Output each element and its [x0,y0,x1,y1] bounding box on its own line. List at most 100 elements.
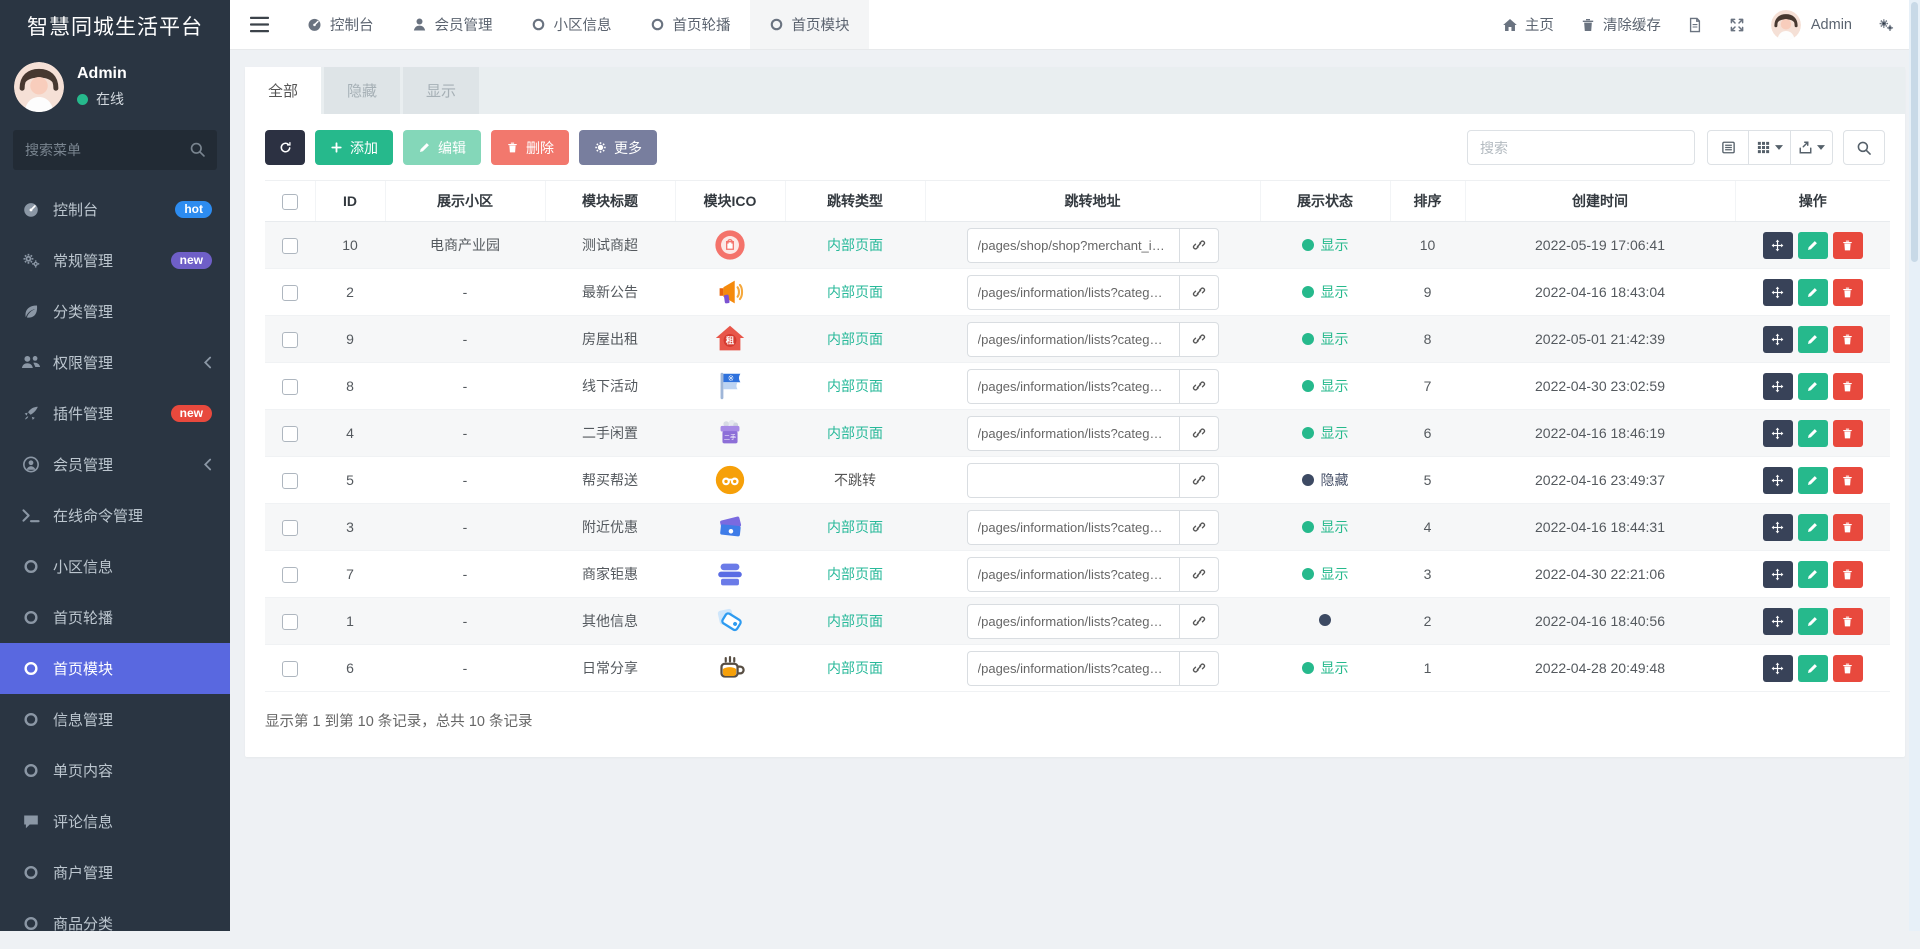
delete-row-button[interactable] [1832,278,1863,306]
row-checkbox[interactable] [282,284,298,301]
sidebar-item-8[interactable]: 首页轮播 [0,592,230,643]
more-button[interactable]: 更多 [579,130,657,165]
edit-row-button[interactable] [1797,560,1828,588]
detail-view-button[interactable] [1707,130,1749,165]
edit-row-button[interactable] [1797,654,1828,682]
settings-button[interactable] [1878,17,1894,33]
row-checkbox[interactable] [282,237,298,254]
filter-tab-2[interactable]: 显示 [403,67,480,114]
row-checkbox[interactable] [282,519,298,536]
edit-row-button[interactable] [1797,231,1828,259]
row-checkbox[interactable] [282,613,298,630]
topbar-tab-4[interactable]: 首页模块 [749,0,869,49]
topbar-tab-1[interactable]: 会员管理 [393,0,512,49]
edit-row-button[interactable] [1797,278,1828,306]
scrollbar-thumb[interactable] [1911,2,1918,262]
jump-url-input[interactable] [966,556,1179,592]
user-avatar[interactable] [14,62,64,112]
delete-row-button[interactable] [1832,231,1863,259]
delete-row-button[interactable] [1832,607,1863,635]
topbar-tab-2[interactable]: 小区信息 [512,0,631,49]
topbar-tab-3[interactable]: 首页轮播 [631,0,750,49]
link-button[interactable] [1178,321,1219,357]
delete-row-button[interactable] [1832,466,1863,494]
row-checkbox[interactable] [282,660,298,677]
add-button[interactable]: 添加 [315,130,393,165]
jump-url-input[interactable] [966,650,1179,686]
edit-row-button[interactable] [1797,419,1828,447]
sidebar-item-12[interactable]: 评论信息 [0,796,230,847]
row-checkbox[interactable] [282,331,298,348]
jump-url-input[interactable] [966,415,1179,451]
move-row-button[interactable] [1762,372,1793,400]
jump-url-input[interactable] [966,274,1179,310]
link-button[interactable] [1178,227,1219,263]
link-button[interactable] [1178,556,1219,592]
columns-button[interactable] [1749,130,1791,165]
move-row-button[interactable] [1762,325,1793,353]
sidebar-item-13[interactable]: 商户管理 [0,847,230,898]
home-link[interactable]: 主页 [1502,14,1554,35]
sidebar-item-0[interactable]: 控制台 hot [0,184,230,235]
sidebar-item-5[interactable]: 会员管理 [0,439,230,490]
sidebar-search-input[interactable] [13,130,217,170]
move-row-button[interactable] [1762,231,1793,259]
move-row-button[interactable] [1762,607,1793,635]
edit-row-button[interactable] [1797,607,1828,635]
move-row-button[interactable] [1762,419,1793,447]
link-button[interactable] [1178,603,1219,639]
jump-url-input[interactable] [966,509,1179,545]
row-checkbox[interactable] [282,472,298,489]
edit-button[interactable]: 编辑 [403,130,481,165]
link-button[interactable] [1178,650,1219,686]
link-button[interactable] [1178,368,1219,404]
file-button[interactable] [1687,17,1703,33]
select-all-checkbox[interactable] [281,193,298,210]
filter-tab-0[interactable]: 全部 [245,67,322,114]
link-button[interactable] [1178,415,1219,451]
page-scrollbar[interactable] [1909,0,1920,931]
sidebar-item-14[interactable]: 商品分类 [0,898,230,949]
link-button[interactable] [1178,509,1219,545]
jump-url-input[interactable] [966,227,1179,263]
delete-row-button[interactable] [1832,372,1863,400]
sidebar-toggle-button[interactable] [230,0,288,49]
edit-row-button[interactable] [1797,372,1828,400]
sidebar-item-4[interactable]: 插件管理 new [0,388,230,439]
clear-cache-button[interactable]: 清除缓存 [1580,14,1661,35]
table-search-input[interactable] [1467,130,1695,165]
row-checkbox[interactable] [282,425,298,442]
search-button[interactable] [1843,130,1885,165]
sidebar-item-10[interactable]: 信息管理 [0,694,230,745]
edit-row-button[interactable] [1797,466,1828,494]
edit-row-button[interactable] [1797,513,1828,541]
export-button[interactable] [1791,130,1833,165]
move-row-button[interactable] [1762,513,1793,541]
edit-row-button[interactable] [1797,325,1828,353]
move-row-button[interactable] [1762,654,1793,682]
delete-row-button[interactable] [1832,325,1863,353]
topbar-tab-0[interactable]: 控制台 [288,0,393,49]
row-checkbox[interactable] [282,378,298,395]
link-button[interactable] [1178,274,1219,310]
jump-url-input[interactable] [966,321,1179,357]
sidebar-item-9[interactable]: 首页模块 [0,643,230,694]
delete-button[interactable]: 删除 [491,130,569,165]
move-row-button[interactable] [1762,560,1793,588]
search-icon[interactable] [189,141,206,158]
move-row-button[interactable] [1762,278,1793,306]
filter-tab-1[interactable]: 隐藏 [324,67,401,114]
user-menu[interactable]: Admin [1770,9,1852,40]
sidebar-item-3[interactable]: 权限管理 [0,337,230,388]
sidebar-item-1[interactable]: 常规管理 new [0,235,230,286]
move-row-button[interactable] [1762,466,1793,494]
refresh-button[interactable] [265,130,305,165]
sidebar-item-7[interactable]: 小区信息 [0,541,230,592]
row-checkbox[interactable] [282,566,298,583]
fullscreen-button[interactable] [1729,17,1745,33]
delete-row-button[interactable] [1832,560,1863,588]
jump-url-input[interactable] [966,462,1179,498]
sidebar-item-6[interactable]: 在线命令管理 [0,490,230,541]
sidebar-item-11[interactable]: 单页内容 [0,745,230,796]
link-button[interactable] [1178,462,1219,498]
